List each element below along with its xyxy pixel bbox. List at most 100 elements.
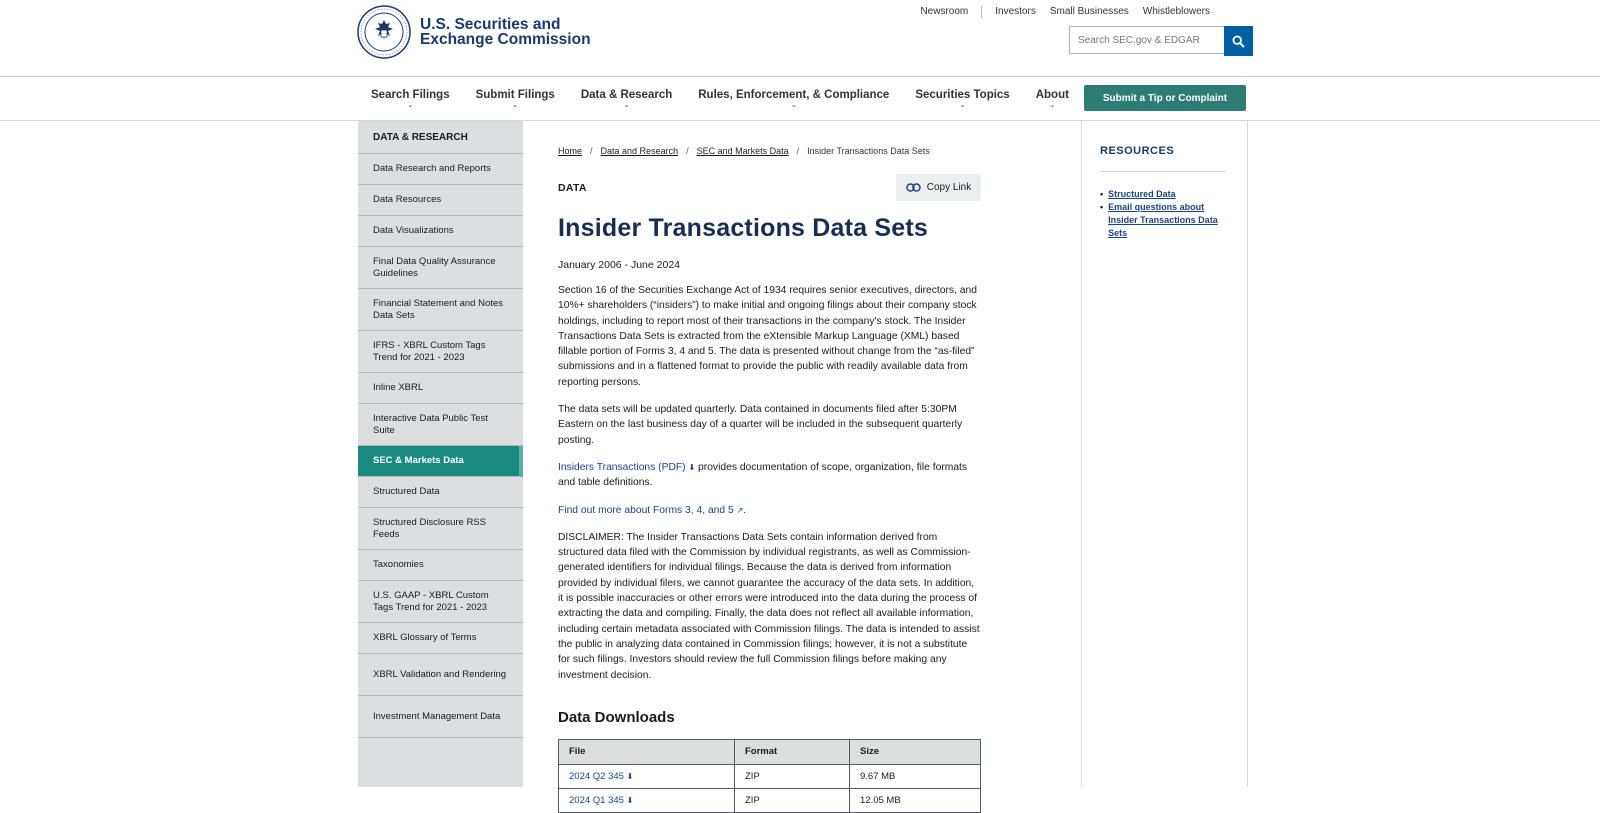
documentation-paragraph: Insiders Transactions (PDF) ⬇ provides d… <box>558 460 981 491</box>
column-header-format: Format <box>734 738 850 765</box>
main-nav: Search Filings ⌄ Submit Filings ⌄ Data &… <box>0 77 1600 121</box>
nav-securities-topics[interactable]: Securities Topics ⌄ <box>902 77 1022 120</box>
page-body: DATA & RESEARCH Data Research and Report… <box>0 121 1600 813</box>
utility-link-investors[interactable]: Investors <box>988 6 1043 18</box>
format-cell: ZIP <box>734 787 850 813</box>
breadcrumb-current: Insider Transactions Data Sets <box>807 146 930 156</box>
nav-about[interactable]: About ⌄ <box>1023 77 1082 120</box>
insiders-transactions-pdf-link[interactable]: Insiders Transactions (PDF) ⬇ <box>558 462 695 473</box>
site-search <box>1069 26 1253 56</box>
nav-submit-filings[interactable]: Submit Filings ⌄ <box>463 77 568 120</box>
sidebar-item-data-research-reports[interactable]: Data Research and Reports <box>358 154 523 185</box>
sidebar-item-data-quality-guidelines[interactable]: Final Data Quality Assurance Guidelines <box>358 247 523 289</box>
bullet: • <box>1100 202 1104 212</box>
logo-line-1: U.S. Securities and <box>420 16 561 33</box>
utility-nav: Newsroom Investors Small Businesses Whis… <box>913 6 1217 18</box>
sidebar-item-gaap-custom-tags[interactable]: U.S. GAAP - XBRL Custom Tags Trend for 2… <box>358 581 523 623</box>
update-paragraph: The data sets will be updated quarterly.… <box>558 404 963 446</box>
nav-label: Securities Topics <box>915 88 1010 101</box>
file-cell: 2024 Q1 345 ⬇ <box>558 787 735 813</box>
breadcrumb-home[interactable]: Home <box>558 146 582 156</box>
sidebar-item-rss-feeds[interactable]: Structured Disclosure RSS Feeds <box>358 508 523 550</box>
sidebar-item-inline-xbrl[interactable]: Inline XBRL <box>358 373 523 404</box>
chevron-down-icon: ⌄ <box>959 101 966 109</box>
column-header-size: Size <box>849 738 981 765</box>
size-cell: 12.05 MB <box>849 787 981 813</box>
sidebar-item-taxonomies[interactable]: Taxonomies <box>358 550 523 581</box>
content-type-label: DATA <box>558 182 587 194</box>
search-input[interactable] <box>1069 26 1224 54</box>
file-cell: 2024 Q2 345 ⬇ <box>558 763 735 789</box>
forms-info-link[interactable]: Find out more about Forms 3, 4, and 5 ↗ <box>558 505 743 516</box>
copy-link-label: Copy Link <box>926 182 972 193</box>
chevron-down-icon: ⌄ <box>407 101 414 109</box>
breadcrumb-separator: / <box>796 146 800 156</box>
disclaimer-paragraph: DISCLAIMER: The Insider Transactions Dat… <box>558 531 980 681</box>
breadcrumb-separator: / <box>686 146 689 156</box>
chevron-down-icon: ⌄ <box>512 101 519 109</box>
sidebar-item-xbrl-validation[interactable]: XBRL Validation and Rendering <box>358 654 523 696</box>
nav-search-filings[interactable]: Search Filings ⌄ <box>358 77 463 120</box>
copy-link-button[interactable]: Copy Link <box>896 174 981 201</box>
date-range: January 2006 - June 2024 <box>558 259 681 271</box>
table-row: 2024 Q1 345 ⬇ ZIP 12.05 MB <box>558 787 981 813</box>
utility-link-newsroom[interactable]: Newsroom <box>913 6 975 18</box>
bullet: • <box>1100 189 1104 199</box>
nav-label: Submit Filings <box>475 88 555 101</box>
nav-rules-enforcement[interactable]: Rules, Enforcement, & Compliance ⌄ <box>685 77 902 120</box>
download-icon: ⬇ <box>626 795 634 805</box>
download-icon: ⬇ <box>626 771 634 781</box>
external-link-icon: ↗ <box>736 505 744 515</box>
sidebar-item-xbrl-glossary[interactable]: XBRL Glossary of Terms <box>358 623 523 654</box>
chevron-down-icon: ⌄ <box>790 101 797 109</box>
breadcrumb: Home / Data and Research / SEC and Marke… <box>558 146 981 156</box>
logo-line-2: Exchange Commission <box>420 31 591 48</box>
sidebar-item-data-visualizations[interactable]: Data Visualizations <box>358 216 523 247</box>
pdf-link-text: Insiders Transactions (PDF) <box>558 461 686 473</box>
sidebar: DATA & RESEARCH Data Research and Report… <box>358 121 523 787</box>
downloads-heading: Data Downloads <box>558 708 675 726</box>
main-content: Home / Data and Research / SEC and Marke… <box>523 121 1082 813</box>
nav-label: Data & Research <box>580 88 673 101</box>
chevron-down-icon: ⌄ <box>623 101 630 109</box>
nav-label: About <box>1035 88 1069 101</box>
list-item: • Email questions about Insider Transacti… <box>1100 201 1228 240</box>
sec-seal-icon <box>357 5 411 59</box>
resource-link-structured-data[interactable]: Structured Data <box>1108 188 1176 201</box>
search-icon <box>1232 34 1245 48</box>
sidebar-item-data-resources[interactable]: Data Resources <box>358 185 523 216</box>
file-name: 2024 Q2 345 <box>569 770 624 782</box>
table-row: 2024 Q2 345 ⬇ ZIP 9.67 MB <box>558 763 981 789</box>
format-cell: ZIP <box>734 763 850 789</box>
chevron-down-icon: ⌄ <box>1049 101 1056 109</box>
breadcrumb-separator: / <box>590 146 593 156</box>
search-button[interactable] <box>1224 26 1253 56</box>
file-download-link[interactable]: 2024 Q1 345 ⬇ <box>569 795 633 806</box>
resources-title: RESOURCES <box>1100 145 1226 172</box>
utility-link-whistleblowers[interactable]: Whistleblowers <box>1136 6 1217 18</box>
intro-paragraph: Section 16 of the Securities Exchange Ac… <box>558 285 977 388</box>
sidebar-item-structured-data[interactable]: Structured Data <box>358 477 523 508</box>
sidebar-item-sec-markets-data[interactable]: SEC & Markets Data <box>358 446 523 477</box>
nav-data-research[interactable]: Data & Research ⌄ <box>568 77 685 120</box>
table-header-row: File Format Size <box>558 738 981 765</box>
breadcrumb-data-research[interactable]: Data and Research <box>601 146 679 156</box>
list-item: • Structured Data <box>1100 188 1228 201</box>
utility-link-small-businesses[interactable]: Small Businesses <box>1043 6 1136 18</box>
resource-link-email-questions[interactable]: Email questions about Insider Transactio… <box>1108 201 1228 240</box>
utility-divider <box>981 6 983 18</box>
downloads-table: File Format Size 2024 Q2 345 ⬇ ZIP 9.67 … <box>558 738 981 813</box>
forms-link-text: Find out more about Forms 3, 4, and 5 <box>558 504 734 516</box>
sidebar-item-ifrs-custom-tags[interactable]: IFRS - XBRL Custom Tags Trend for 2021 -… <box>358 331 523 373</box>
nav-label: Rules, Enforcement, & Compliance <box>698 88 890 101</box>
file-download-link[interactable]: 2024 Q2 345 ⬇ <box>569 771 633 782</box>
sidebar-item-test-suite[interactable]: Interactive Data Public Test Suite <box>358 404 523 446</box>
sidebar-item-investment-management[interactable]: Investment Management Data <box>358 696 523 738</box>
sec-logo[interactable]: U.S. Securities and Exchange Commission <box>357 5 591 59</box>
sidebar-header: DATA & RESEARCH <box>358 121 523 154</box>
breadcrumb-markets-data[interactable]: SEC and Markets Data <box>697 146 789 156</box>
submit-tip-button[interactable]: Submit a Tip or Complaint <box>1084 85 1246 111</box>
resources-sidebar: RESOURCES • Structured Data • Email questi… <box>1081 121 1248 787</box>
sidebar-item-financial-statement-data[interactable]: Financial Statement and Notes Data Sets <box>358 289 523 331</box>
column-header-file: File <box>558 738 735 765</box>
